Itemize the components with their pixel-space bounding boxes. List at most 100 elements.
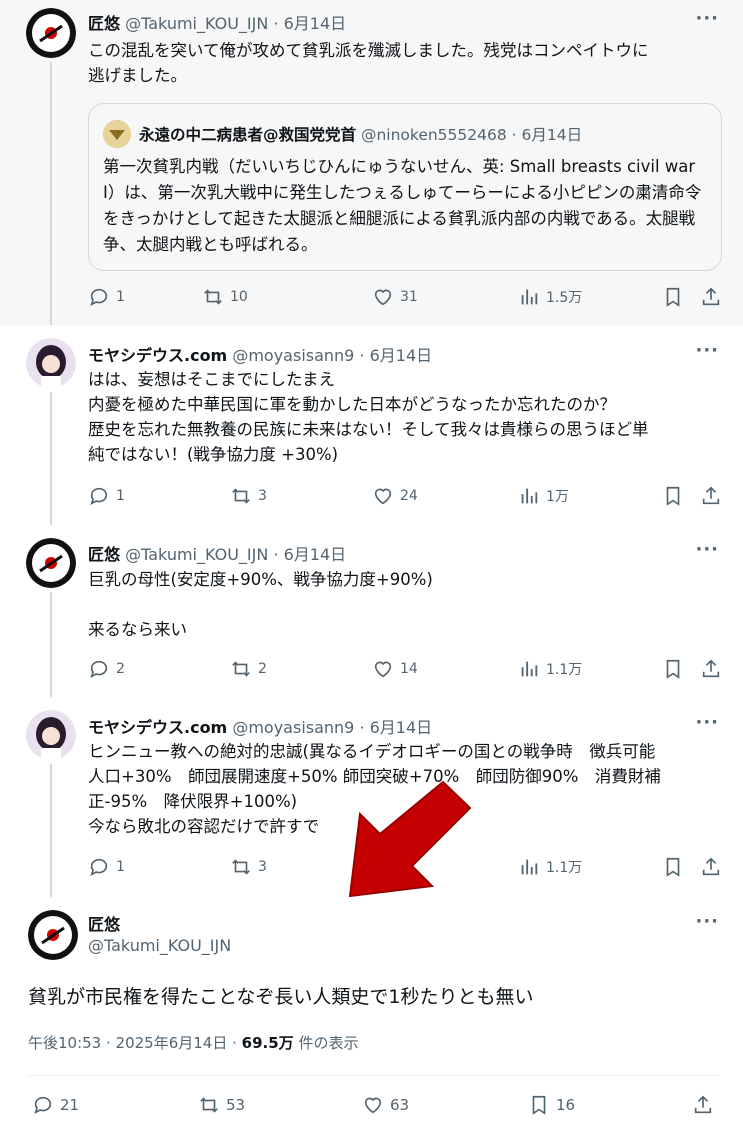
like-count: 14 [400,661,418,677]
tweet-actions: 1 3 24 1万 [88,485,728,509]
author-name[interactable]: モヤシデウス.com [88,718,227,737]
heart-icon [374,488,392,505]
retweet-count: 3 [258,488,267,504]
main-author-handle[interactable]: @Takumi_KOU_IJN [88,936,231,955]
share-icon [702,486,720,505]
retweet-icon [232,661,250,677]
share-button[interactable] [700,485,722,507]
views-button[interactable]: 1.5万 [518,286,582,308]
tweet-text: 巨乳の母性(安定度+90%、戦争協力度+90%) 来るなら来い [88,570,433,639]
reply-icon [90,487,108,505]
retweet-button[interactable]: 3 [230,856,267,878]
avatar[interactable] [26,710,76,760]
share-button[interactable] [700,658,722,680]
tweet-date[interactable]: · 6月14日 [273,545,346,564]
views-button[interactable]: 1.1万 [518,658,582,680]
more-options-icon[interactable]: ··· [695,539,719,560]
reply-icon [90,660,108,678]
reply-count: 1 [116,289,125,305]
more-options-icon[interactable]: ··· [695,8,719,29]
bookmark-button[interactable] [662,485,684,507]
retweet-count: 53 [226,1096,246,1114]
share-icon [702,287,720,306]
like-button[interactable]: 31 [372,286,418,308]
tweet-timestamp[interactable]: 午後10:53 · 2025年6月14日 · [28,1034,242,1052]
tweet-header: 匠悠 @Takumi_KOU_IJN · 6月14日 [88,541,346,565]
divider [28,1075,720,1076]
tweet-3[interactable]: 匠悠 @Takumi_KOU_IJN · 6月14日 ··· 巨乳の母性(安定度… [0,525,743,697]
tweet-4[interactable]: モヤシデウス.com @moyasisann9 · 6月14日 ··· ヒンニュ… [0,697,743,897]
reply-button[interactable]: 1 [88,286,125,308]
views-button[interactable]: 1万 [518,485,569,507]
quote-date: · 6月14日 [511,126,583,144]
bookmark-icon [532,1095,546,1115]
analytics-icon [521,488,538,504]
views-count: 1.1万 [546,662,583,678]
share-button[interactable] [700,856,722,878]
quote-author-handle: @ninoken5552468 [360,126,507,144]
more-options-icon[interactable]: ··· [695,712,719,733]
retweet-button[interactable]: 2 [230,658,267,680]
like-count: 24 [400,488,418,504]
bookmark-button[interactable] [662,658,684,680]
retweet-icon [232,488,250,504]
retweet-count: 2 [258,661,267,677]
tweet-header: モヤシデウス.com @moyasisann9 · 6月14日 [88,714,432,738]
author-handle[interactable]: @Takumi_KOU_IJN [125,545,268,564]
avatar[interactable] [26,8,76,58]
author-handle[interactable]: @moyasisann9 [232,718,354,737]
bookmark-count: 16 [556,1096,576,1114]
analytics-icon [521,661,538,677]
retweet-button[interactable]: 53 [198,1094,245,1116]
main-tweet-text: 貧乳が市民権を得たことなぞ長い人類史で1秒たりとも無い [28,986,534,1008]
reply-button[interactable]: 2 [88,658,125,680]
author-name[interactable]: 匠悠 [88,14,120,33]
reply-icon [90,858,108,876]
avatar[interactable] [28,910,78,960]
author-name[interactable]: モヤシデウス.com [88,346,227,365]
like-count: 63 [390,1096,410,1114]
more-options-icon[interactable]: ··· [695,911,719,932]
retweet-button[interactable]: 3 [230,485,267,507]
quoted-tweet[interactable]: 永遠の中二病患者@救国党党首 @ninoken5552468 · 6月14日 第… [88,103,722,271]
retweet-button[interactable]: 10 [202,286,248,308]
main-tweet-actions: 21 53 63 16 [28,1094,720,1118]
retweet-icon [200,1097,218,1113]
retweet-count: 3 [258,859,267,875]
like-button[interactable]: 24 [372,485,418,507]
author-handle[interactable]: @moyasisann9 [232,346,354,365]
reply-button[interactable]: 1 [88,856,125,878]
main-author-name[interactable]: 匠悠 [88,911,120,935]
retweet-count: 10 [230,289,248,305]
views-count: 1万 [546,489,569,505]
tweet-date[interactable]: · 6月14日 [359,718,432,737]
views-suffix: 件の表示 [293,1034,359,1052]
like-button[interactable]: 63 [362,1094,409,1116]
main-views-count: 69.5万 [241,1034,294,1052]
thread-line [50,62,52,325]
heart-icon [374,661,392,678]
bookmark-button[interactable] [662,856,684,878]
bookmark-button[interactable]: 16 [528,1094,575,1116]
like-button[interactable]: 14 [372,658,418,680]
bookmark-button[interactable] [662,286,684,308]
reply-button[interactable]: 21 [32,1094,79,1116]
views-button[interactable]: 1.1万 [518,856,582,878]
tweet-2[interactable]: モヤシデウス.com @moyasisann9 · 6月14日 ··· はは、妄… [0,325,743,525]
share-button[interactable] [692,1094,714,1116]
avatar[interactable] [26,338,76,388]
tweet-header: モヤシデウス.com @moyasisann9 · 6月14日 [88,342,432,366]
reply-count: 2 [116,661,125,677]
author-name[interactable]: 匠悠 [88,545,120,564]
more-options-icon[interactable]: ··· [695,340,719,361]
thread-line [50,764,52,897]
author-handle[interactable]: @Takumi_KOU_IJN [125,14,268,33]
tweet-1[interactable]: 匠悠 @Takumi_KOU_IJN · 6月14日 ··· この混乱を突いて俺… [0,0,743,325]
tweet-date[interactable]: · 6月14日 [273,14,346,33]
quote-header: 永遠の中二病患者@救国党党首 @ninoken5552468 · 6月14日 [139,123,582,145]
avatar[interactable] [26,538,76,588]
tweet-date[interactable]: · 6月14日 [359,346,432,365]
share-button[interactable] [700,286,722,308]
reply-icon [34,1096,52,1114]
reply-button[interactable]: 1 [88,485,125,507]
